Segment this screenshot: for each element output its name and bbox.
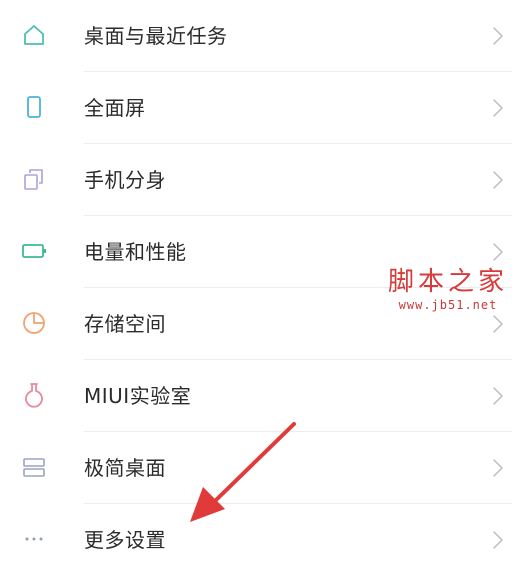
settings-item-desktop-recents[interactable]: 桌面与最近任务 [0,0,520,72]
settings-item-dual-apps[interactable]: 手机分身 [0,144,520,216]
settings-item-label: 桌面与最近任务 [84,24,228,48]
dual-copy-icon [19,164,49,194]
settings-item-label: 存储空间 [84,312,166,336]
battery-icon [19,236,49,266]
settings-item-label: MIUI实验室 [84,384,192,408]
settings-item-label: 全面屏 [84,96,146,120]
settings-item-label: 手机分身 [84,168,166,192]
settings-item-simple-desktop[interactable]: 极简桌面 [0,432,520,504]
chevron-right-icon [490,384,506,408]
pie-chart-icon [19,308,49,338]
more-dots-icon [19,524,49,554]
settings-item-fullscreen[interactable]: 全面屏 [0,72,520,144]
settings-item-label: 更多设置 [84,528,166,552]
home-icon [19,20,49,50]
chevron-right-icon [490,528,506,552]
settings-item-label: 电量和性能 [84,240,187,264]
settings-item-more-settings[interactable]: 更多设置 [0,504,520,576]
chevron-right-icon [490,240,506,264]
flask-icon [19,380,49,410]
chevron-right-icon [490,312,506,336]
simple-desktop-icon [19,452,49,482]
phone-screen-icon [19,92,49,122]
settings-item-battery-performance[interactable]: 电量和性能 [0,216,520,288]
settings-item-storage[interactable]: 存储空间 [0,288,520,360]
chevron-right-icon [490,24,506,48]
settings-item-label: 极简桌面 [84,456,166,480]
settings-item-miui-lab[interactable]: MIUI实验室 [0,360,520,432]
settings-list: 桌面与最近任务 全面屏 手机分身 电量和性能 存储空间 MIUI实验室 极简桌面… [0,0,520,576]
chevron-right-icon [490,168,506,192]
chevron-right-icon [490,456,506,480]
chevron-right-icon [490,96,506,120]
